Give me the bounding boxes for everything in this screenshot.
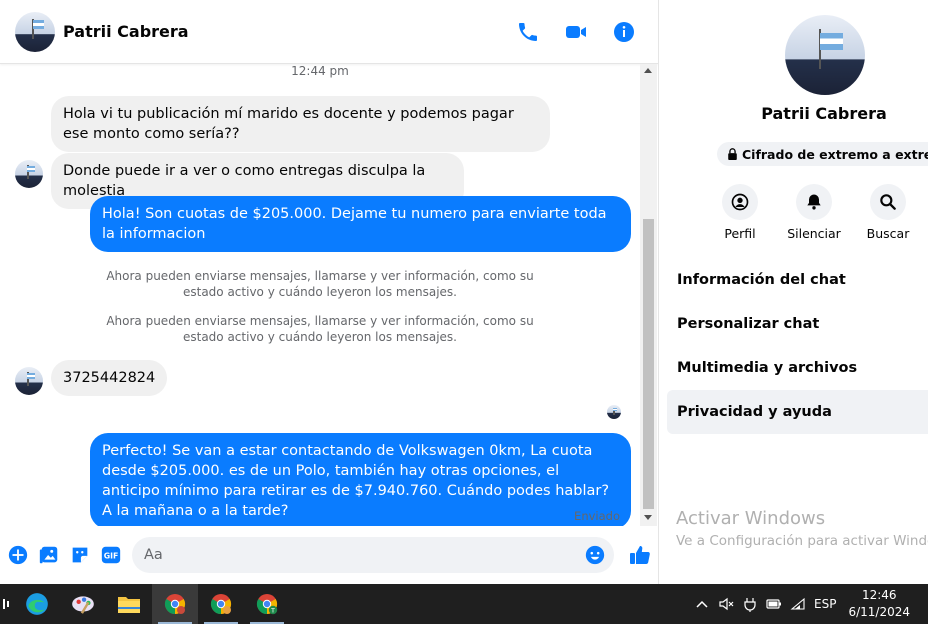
info-menu: Información del chat Personalizar chat M… [667,258,928,434]
scrollbar-thumb[interactable] [643,219,654,509]
search-label: Buscar [866,226,910,241]
encryption-label: Cifrado de extremo a extremo [742,146,928,162]
clock-date: 6/11/2024 [848,605,910,619]
add-icon[interactable] [7,544,29,566]
info-actions: Perfil Silenciar Buscar [715,184,913,241]
message-composer: GIF [0,526,658,584]
volume-muted-icon[interactable] [718,596,734,612]
sender-avatar [15,367,43,395]
scroll-up-arrow-icon[interactable] [644,68,652,73]
chat-info-pane: Patrii Cabrera Cifrado de extremo a extr… [658,0,928,584]
chrome-profile-t-icon[interactable]: T [244,584,290,624]
video-call-icon[interactable] [564,20,588,44]
scroll-down-arrow-icon[interactable] [644,515,652,520]
chrome-icon[interactable] [152,584,198,624]
edge-icon[interactable] [14,584,60,624]
plug-icon[interactable] [742,596,758,612]
taskbar-clock[interactable]: 12:46 6/11/2024 [848,587,910,621]
search-icon [880,194,896,210]
profile-label: Perfil [724,226,756,241]
message-list[interactable]: 12:44 pm Hola vi tu publicación mí marid… [0,64,640,526]
profile-icon [731,193,749,211]
mute-label: Silenciar [787,226,841,241]
profile-button[interactable]: Perfil [715,184,765,241]
menu-media-files[interactable]: Multimedia y archivos [667,346,928,390]
lock-icon [728,148,737,160]
menu-chat-info[interactable]: Información del chat [667,258,928,302]
chevron-up-icon[interactable] [694,596,710,612]
system-notice: Ahora pueden enviarse mensajes, llamarse… [106,269,534,299]
sent-status: Enviado [574,509,620,523]
system-tray: ESP 12:46 6/11/2024 [694,587,928,621]
watermark-subtitle: Ve a Configuración para activar Windows. [676,533,928,549]
photo-icon[interactable] [38,544,60,566]
emoji-icon[interactable] [584,544,606,566]
profile-avatar[interactable] [785,15,865,95]
gif-icon[interactable]: GIF [100,544,122,566]
windows-activation-watermark: Activar Windows Ve a Configuración para … [676,508,928,549]
message-scrollbar[interactable] [640,64,657,526]
read-receipt-avatar [607,405,621,419]
menu-customize-chat[interactable]: Personalizar chat [667,302,928,346]
windows-taskbar: T ESP 12:46 6/11/2024 [0,584,928,624]
watermark-title: Activar Windows [676,508,826,529]
phone-icon[interactable] [516,20,540,44]
encryption-badge[interactable]: Cifrado de extremo a extremo [717,142,928,166]
mute-button[interactable]: Silenciar [787,184,841,241]
battery-icon[interactable] [766,596,782,612]
thumbs-up-icon[interactable] [628,543,652,567]
chat-contact-name[interactable]: Patrii Cabrera [63,22,189,41]
chrome-profile-icon[interactable] [198,584,244,624]
header-actions [516,20,636,44]
incoming-message[interactable]: 3725442824 [51,360,168,396]
info-contact-name: Patrii Cabrera [761,104,887,123]
app-root: Patrii Cabrera 12:44 pm Hola vi tu publi… [0,0,928,624]
clock-time: 12:46 [861,588,897,602]
menu-privacy-help[interactable]: Privacidad y ayuda [667,390,928,434]
search-button[interactable]: Buscar [863,184,913,241]
language-indicator[interactable]: ESP [814,597,836,611]
svg-text:T: T [270,607,275,615]
wifi-icon[interactable] [790,596,806,612]
message-input-box [132,537,614,573]
chat-header: Patrii Cabrera [0,0,658,64]
incoming-message[interactable]: Hola vi tu publicación mí marido es doce… [51,96,550,152]
system-notice: Ahora pueden enviarse mensajes, llamarse… [106,314,534,344]
paint-icon[interactable] [60,584,106,624]
chat-pane: Patrii Cabrera 12:44 pm Hola vi tu publi… [0,0,658,584]
file-explorer-icon[interactable] [106,584,152,624]
contact-avatar[interactable] [15,11,55,52]
message-input[interactable] [144,547,564,563]
outgoing-message[interactable]: Perfecto! Se van a estar contactando de … [90,433,631,526]
sender-avatar [15,160,43,188]
task-view-icon[interactable] [0,584,14,624]
info-icon[interactable] [612,20,636,44]
sticker-icon[interactable] [69,544,91,566]
message-timestamp: 12:44 pm [291,64,349,78]
outgoing-message[interactable]: Hola! Son cuotas de $205.000. Dejame tu … [90,196,631,252]
bell-icon [807,194,821,210]
svg-text:GIF: GIF [104,552,119,561]
